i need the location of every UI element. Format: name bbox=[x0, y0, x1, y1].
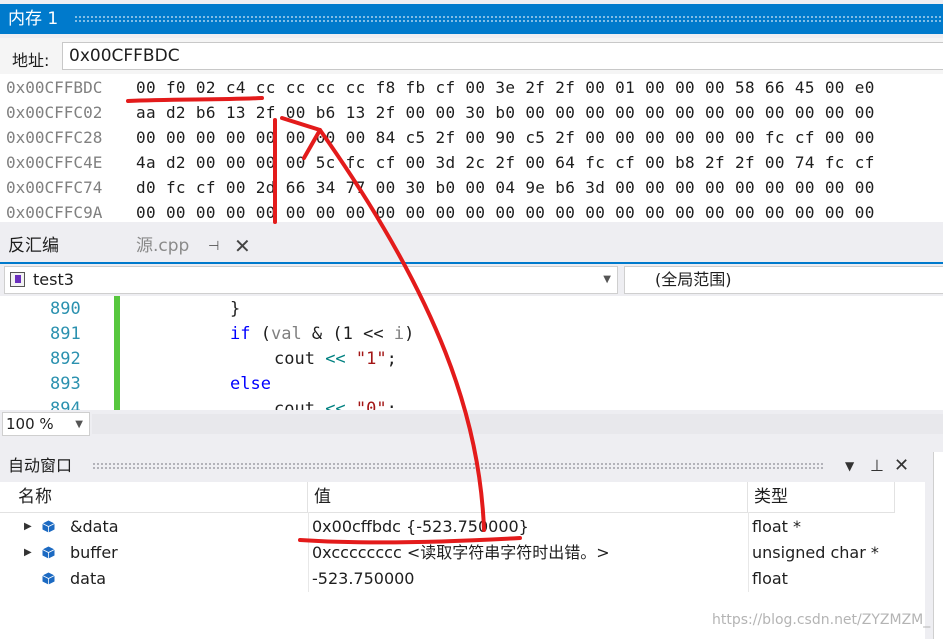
memory-bytes[interactable]: 00 00 00 00 00 00 00 00 84 c5 2f 00 90 c… bbox=[136, 125, 875, 150]
line-number: 891 bbox=[50, 324, 81, 344]
horizontal-scrollbar[interactable] bbox=[92, 414, 943, 434]
variable-cube-icon bbox=[42, 546, 55, 559]
tab-source-cpp[interactable]: 源.cpp ⊣ ✕ bbox=[130, 228, 260, 262]
autos-window-titlebar[interactable]: 自动窗口 ▼ ⊥ ✕ bbox=[0, 452, 925, 480]
scope-dropdown-value: (全局范围) bbox=[655, 270, 732, 289]
tab-source-label: 源.cpp bbox=[136, 236, 190, 256]
zoom-value: 100 % bbox=[6, 415, 54, 433]
dropdown-arrow-icon[interactable]: ▼ bbox=[845, 452, 854, 480]
column-header-value[interactable]: 值 bbox=[308, 482, 748, 512]
memory-bytes[interactable]: d0 fc cf 00 2d 66 34 77 00 30 b0 00 04 9… bbox=[136, 175, 875, 200]
scope-dropdown[interactable]: (全局范围) bbox=[624, 266, 943, 294]
autos-row[interactable]: ▶ buffer 0xcccccccc <读取字符串字符时出错。> unsigned … bbox=[0, 540, 895, 566]
memory-bytes[interactable]: 00 f0 02 c4 cc cc cc cc f8 fb cf 00 3e 2… bbox=[136, 75, 875, 100]
autos-row[interactable]: ▶ &data 0x00cffbdc {-523.750000} float * bbox=[0, 514, 895, 540]
tab-disassembly[interactable]: 反汇编 bbox=[0, 228, 130, 262]
code-editor[interactable]: 890} 891 if (val & (1 << i) 892 cout << "1";… bbox=[0, 296, 943, 410]
address-bar: 地址: 0x00CFFBDC bbox=[0, 38, 943, 74]
column-header-name[interactable]: 名称 bbox=[12, 482, 308, 512]
tab-underline bbox=[0, 262, 943, 264]
code-text: else bbox=[230, 374, 271, 394]
variable-type: unsigned char * bbox=[752, 543, 879, 562]
watermark: https://blog.csdn.net/ZYZMZM_ bbox=[712, 612, 931, 628]
variable-value: -523.750000 bbox=[312, 569, 415, 588]
line-number: 892 bbox=[50, 349, 81, 369]
change-indicator-bar bbox=[114, 296, 120, 410]
memory-bytes[interactable]: 00 00 00 00 00 00 00 00 00 00 00 00 00 0… bbox=[136, 200, 875, 222]
variable-type: float bbox=[752, 569, 788, 588]
expand-arrow-icon[interactable]: ▶ bbox=[24, 540, 32, 566]
chevron-down-icon: ▼ bbox=[603, 274, 611, 285]
zoom-dropdown[interactable]: 100 % ▼ bbox=[2, 412, 90, 436]
memory-grid[interactable]: 0x00CFFBDC 00 f0 02 c4 cc cc cc cc f8 fb … bbox=[0, 74, 943, 222]
expand-arrow-icon[interactable]: ▶ bbox=[24, 514, 32, 540]
variable-name: data bbox=[70, 569, 107, 588]
variable-name: &data bbox=[70, 517, 119, 536]
memory-bytes[interactable]: aa d2 b6 13 2f 00 b6 13 2f 00 00 30 b0 0… bbox=[136, 100, 875, 125]
chevron-down-icon: ▼ bbox=[75, 419, 83, 430]
memory-address: 0x00CFFC9A bbox=[6, 203, 103, 222]
line-number: 894 bbox=[50, 399, 81, 410]
variable-cube-icon bbox=[42, 520, 55, 533]
variable-type: float * bbox=[752, 517, 802, 536]
document-tabs: 反汇编 源.cpp ⊣ ✕ bbox=[0, 228, 943, 262]
function-dropdown-value: test3 bbox=[33, 270, 74, 289]
memory-address: 0x00CFFC02 bbox=[6, 103, 103, 122]
memory-address: 0x00CFFC74 bbox=[6, 178, 103, 197]
autos-row[interactable]: data -523.750000 float bbox=[0, 566, 895, 592]
memory-window-titlebar[interactable]: 内存 1 bbox=[0, 4, 943, 34]
editor-status-bar: 100 % ▼ bbox=[0, 410, 943, 438]
memory-address: 0x00CFFC28 bbox=[6, 128, 103, 147]
code-text: if (val & (1 << i) bbox=[230, 324, 415, 344]
variable-value: 0xcccccccc <读取字符串字符时出错。> bbox=[312, 543, 610, 562]
line-number: 893 bbox=[50, 374, 81, 394]
function-dropdown[interactable]: test3 ▼ bbox=[4, 266, 618, 294]
address-label: 地址: bbox=[12, 51, 50, 70]
close-icon[interactable]: ✕ bbox=[894, 452, 909, 480]
address-input[interactable]: 0x00CFFBDC bbox=[62, 42, 943, 70]
close-icon[interactable]: ✕ bbox=[234, 228, 251, 264]
header-divider bbox=[0, 512, 895, 513]
pin-icon[interactable]: ⊣ bbox=[208, 229, 219, 265]
line-number: 890 bbox=[50, 299, 81, 319]
variable-value: 0x00cffbdc {-523.750000} bbox=[312, 517, 529, 536]
memory-bytes[interactable]: 4a d2 00 00 00 00 5c fc cf 00 3d 2c 2f 0… bbox=[136, 150, 875, 175]
titlebar-grip bbox=[74, 15, 943, 23]
code-text: } bbox=[230, 299, 241, 319]
function-icon bbox=[10, 272, 25, 287]
side-panel-edge bbox=[933, 452, 943, 639]
code-text: cout << "1"; bbox=[274, 349, 397, 369]
memory-address: 0x00CFFC4E bbox=[6, 153, 103, 172]
source-nav-bar: test3 ▼ (全局范围) bbox=[0, 266, 943, 296]
pin-icon[interactable]: ⊥ bbox=[870, 452, 884, 480]
variable-cube-icon bbox=[42, 572, 55, 585]
titlebar-grip bbox=[92, 462, 825, 470]
code-text: cout << "0"; bbox=[274, 399, 397, 410]
memory-address: 0x00CFFBDC bbox=[6, 78, 103, 97]
variable-name: buffer bbox=[70, 543, 118, 562]
column-header-type[interactable]: 类型 bbox=[748, 482, 895, 512]
memory-window-title: 内存 1 bbox=[8, 9, 59, 29]
autos-window-title: 自动窗口 bbox=[8, 456, 73, 475]
